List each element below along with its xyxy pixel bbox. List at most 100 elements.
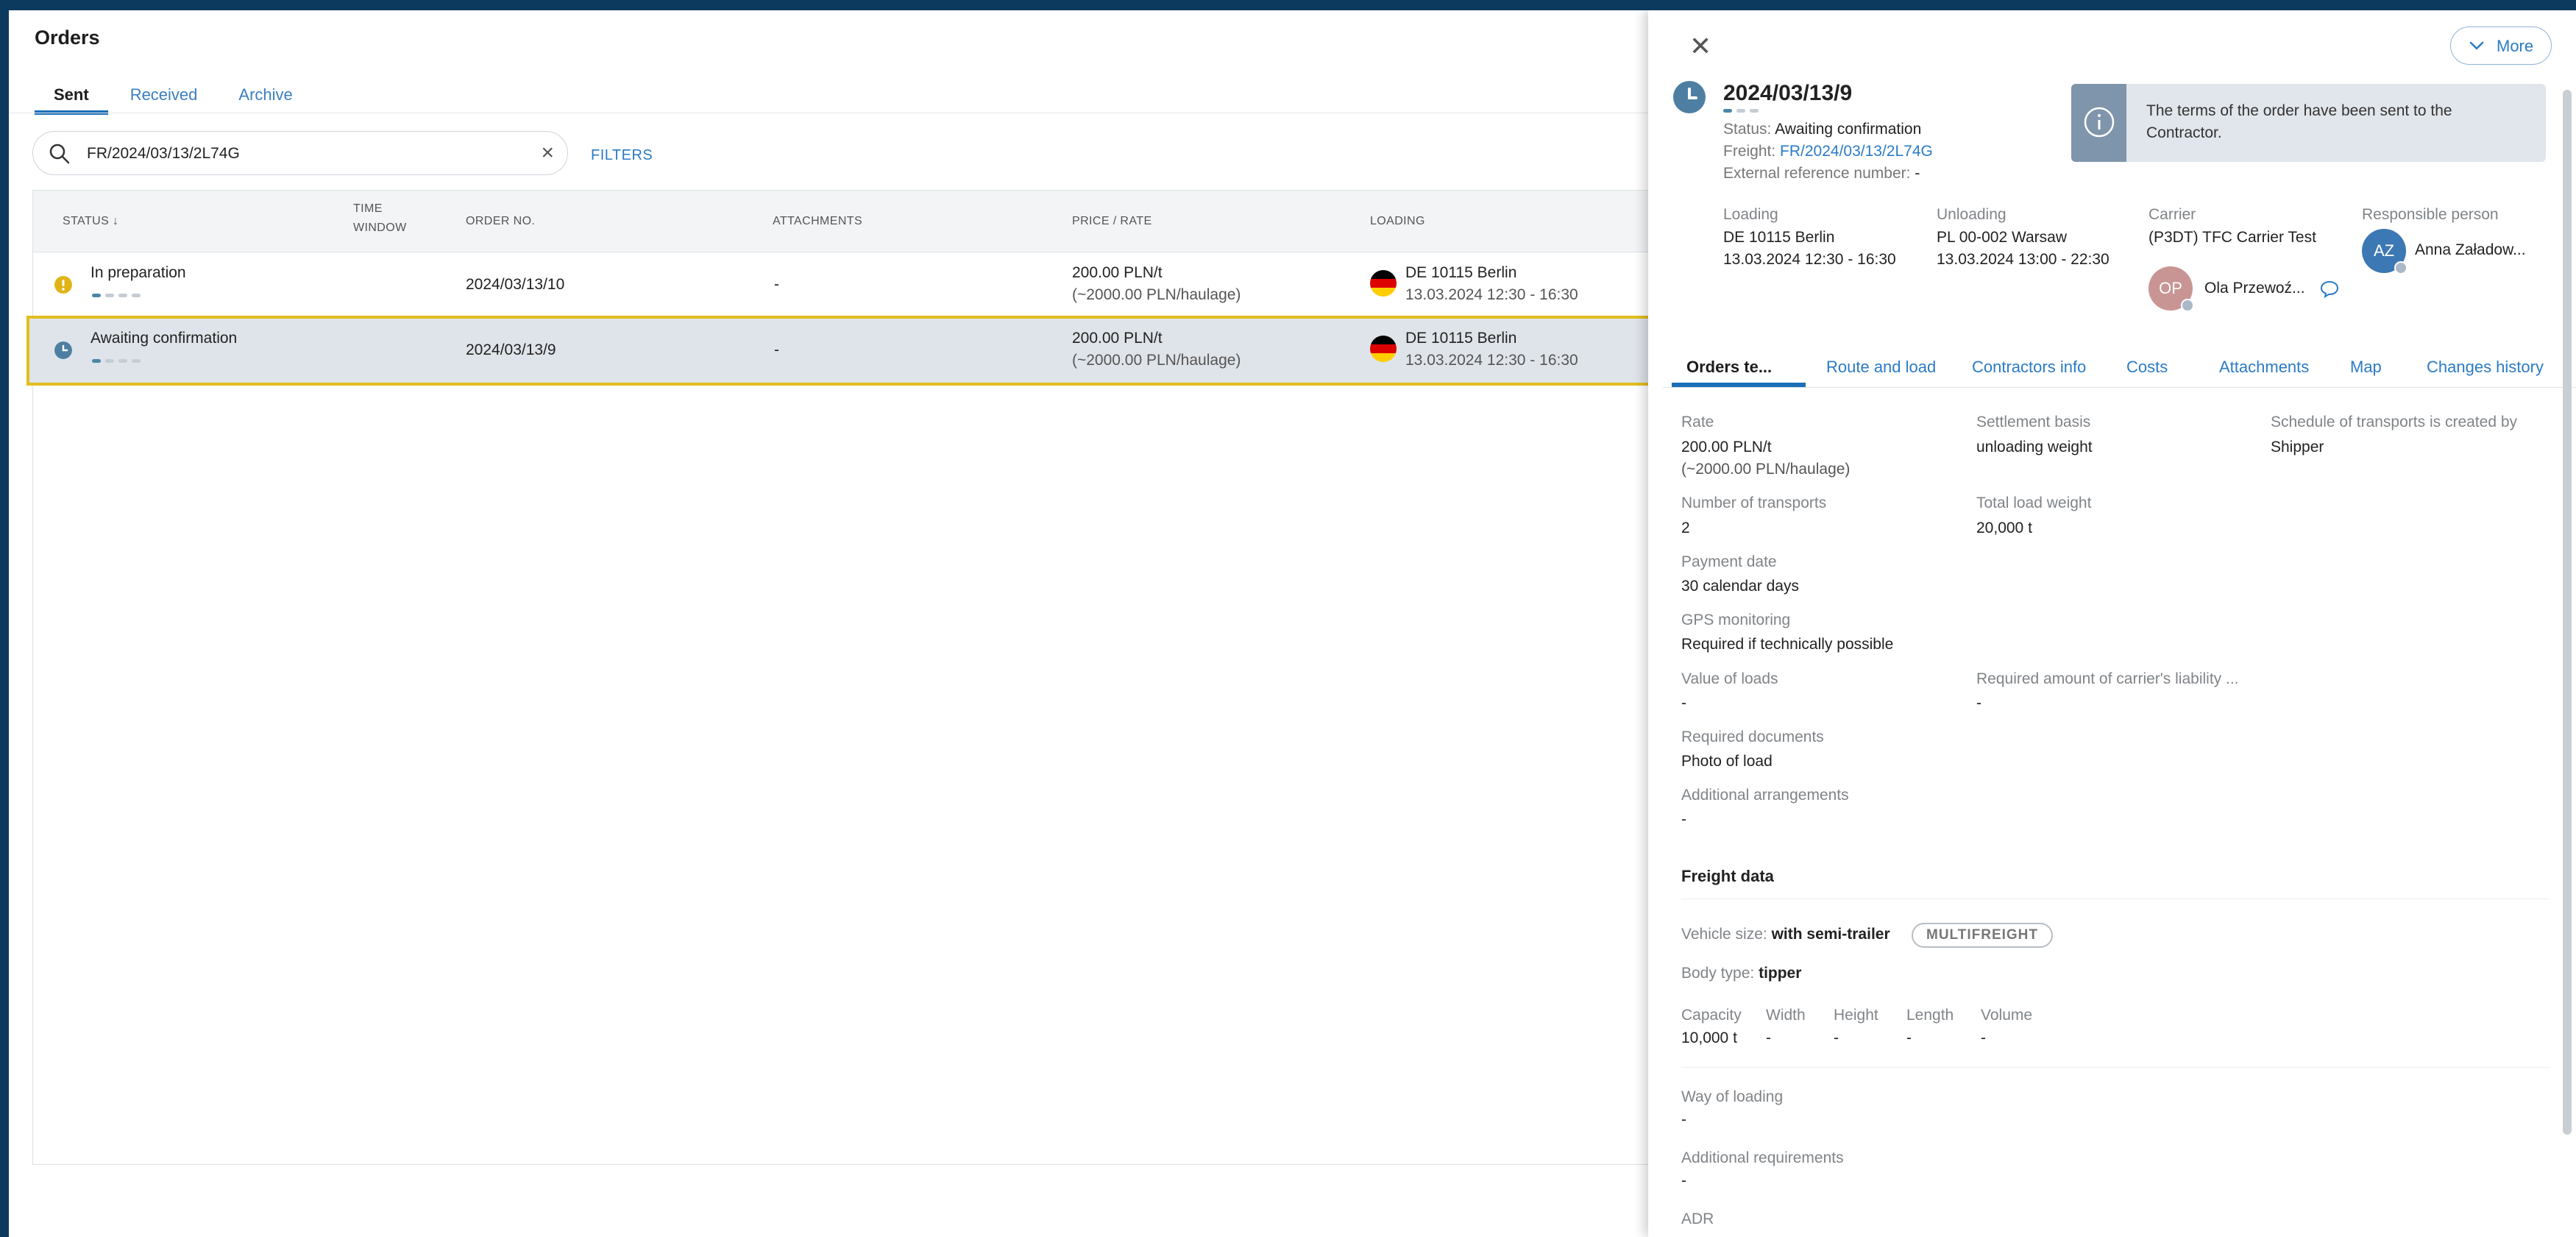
adr-label: ADR [1681,1211,1714,1227]
chat-icon[interactable] [2319,280,2340,299]
orders-tabs: Sent Received Archive [35,75,315,115]
multifreight-badge: MULTIFREIGHT [1912,923,2054,948]
volume-value: - [1981,1029,1986,1046]
progress-dots [92,359,145,363]
loading-time: 13.03.2024 12:30 - 16:30 [1723,251,1896,268]
body-type: Body type: tipper [1681,965,1802,982]
order-number: 2024/03/13/10 [466,276,565,293]
sort-arrow-icon: ↓ [113,215,119,227]
tab-archive[interactable]: Archive [219,75,311,113]
divider [1681,1067,2550,1068]
status-text: In preparation [91,264,186,281]
capacity-value: 10,000 t [1681,1029,1737,1046]
loading-place: DE 10115 Berlin [1405,330,1517,347]
price-value: 200.00 PLN/t [1072,330,1163,347]
capacity-label: Capacity [1681,1007,1742,1024]
panel-scrollbar[interactable] [2563,90,2572,1135]
loading-place: DE 10115 Berlin [1723,229,1835,246]
tab-costs[interactable]: Costs [2126,358,2168,377]
settlement-label: Settlement basis [1976,414,2091,430]
tab-order-terms[interactable]: Orders te... [1686,358,1772,377]
total-weight-value: 20,000 t [1976,520,2032,536]
clock-icon [1673,81,1706,113]
search-value[interactable]: FR/2024/03/13/2L74G [87,145,240,163]
additional-requirements-value: - [1681,1172,1686,1189]
price-sub-value: (~2000.00 PLN/haulage) [1072,286,1241,303]
width-label: Width [1766,1007,1806,1024]
column-header-attachments[interactable]: ATTACHMENTS [773,215,862,228]
length-value: - [1906,1029,1912,1046]
gps-value: Required if technically possible [1681,636,1894,653]
filters-button[interactable]: FILTERS [591,147,653,164]
liability-label: Required amount of carrier's liability .… [1976,670,2239,687]
progress-dots [92,294,145,297]
column-header-status[interactable]: STATUS ↓ [63,215,118,228]
column-header-loading[interactable]: LOADING [1370,215,1425,228]
tab-attachments[interactable]: Attachments [2219,358,2309,377]
order-details-panel: ✕ More 2024/03/13/9 Status: Awaiting con… [1648,10,2576,1237]
column-header-order-no[interactable]: ORDER NO. [466,215,535,228]
divider [1681,898,2550,899]
freight-data-title: Freight data [1681,867,1774,885]
tab-contractors-info[interactable]: Contractors info [1972,358,2086,377]
table-row[interactable]: In preparation 2024/03/13/10 - 200.00 PL… [33,252,1680,318]
search-icon [49,143,70,164]
more-button-label: More [2497,37,2534,55]
more-button[interactable]: More [2450,26,2552,65]
attachments-value: - [774,276,779,293]
carrier-person: Ola Przewoź... [2204,280,2305,297]
adr-value: - [1681,1233,1686,1237]
germany-flag-icon [1370,336,1397,362]
carrier-name: (P3DT) TFC Carrier Test [2149,229,2316,246]
arrangements-value: - [1681,811,1686,828]
avatar[interactable]: AZ [2362,229,2408,274]
price-value: 200.00 PLN/t [1072,264,1163,281]
loading-time: 13.03.2024 12:30 - 16:30 [1405,286,1578,303]
payment-value: 30 calendar days [1681,578,1799,595]
close-icon[interactable]: ✕ [1689,31,1711,62]
order-number-title: 2024/03/13/9 [1723,81,1853,105]
rate-label: Rate [1681,414,1714,430]
height-value: - [1834,1029,1839,1046]
app-frame: Orders Sent Received Archive FR/2024/03/… [9,10,2576,1237]
tab-route-and-load[interactable]: Route and load [1826,358,1936,377]
search-input[interactable]: FR/2024/03/13/2L74G × [32,131,568,175]
loading-place: DE 10115 Berlin [1405,264,1517,281]
carrier-label: Carrier [2149,206,2196,223]
tab-sent[interactable]: Sent [35,75,108,115]
height-label: Height [1834,1007,1878,1024]
clear-search-icon[interactable]: × [541,141,554,165]
tab-received[interactable]: Received [111,75,217,113]
progress-dots [1723,109,1763,113]
page-title: Orders [35,26,100,49]
tab-changes-history[interactable]: Changes history [2427,358,2544,377]
loading-label: Loading [1723,206,1778,223]
info-text: The terms of the order have been sent to… [2146,102,2452,141]
column-header-price[interactable]: PRICE / RATE [1072,215,1152,228]
additional-requirements-label: Additional requirements [1681,1149,1844,1166]
column-header-time-window[interactable]: TIME WINDOW [353,202,407,241]
volume-label: Volume [1981,1007,2033,1024]
value-of-loads-value: - [1681,695,1686,712]
freight-line: Freight: FR/2024/03/13/2L74G [1723,143,1933,160]
table-row-selected[interactable]: Awaiting confirmation 2024/03/13/9 - 200… [26,316,1683,386]
rate-sub-value: (~2000.00 PLN/haulage) [1681,461,1851,478]
responsible-label: Responsible person [2362,206,2499,223]
status-text: Awaiting confirmation [91,330,238,347]
payment-label: Payment date [1681,553,1777,570]
rate-value: 200.00 PLN/t [1681,439,1772,456]
details-tabs: Orders te... Route and load Contractors … [1663,339,2576,388]
way-of-loading-label: Way of loading [1681,1088,1784,1105]
transports-value: 2 [1681,520,1690,536]
order-number: 2024/03/13/9 [466,341,556,358]
germany-flag-icon [1370,270,1397,297]
schedule-value: Shipper [2271,439,2324,456]
unloading-label: Unloading [1937,206,2006,223]
info-icon [2084,107,2115,138]
avatar[interactable]: OP [2149,266,2194,312]
loading-time: 13.03.2024 12:30 - 16:30 [1405,352,1578,369]
freight-link[interactable]: FR/2024/03/13/2L74G [1780,143,1933,160]
tab-map[interactable]: Map [2350,358,2382,377]
gps-label: GPS monitoring [1681,612,1791,628]
table-header: STATUS ↓ TIME WINDOW ORDER NO. ATTACHMENT… [33,191,1680,252]
